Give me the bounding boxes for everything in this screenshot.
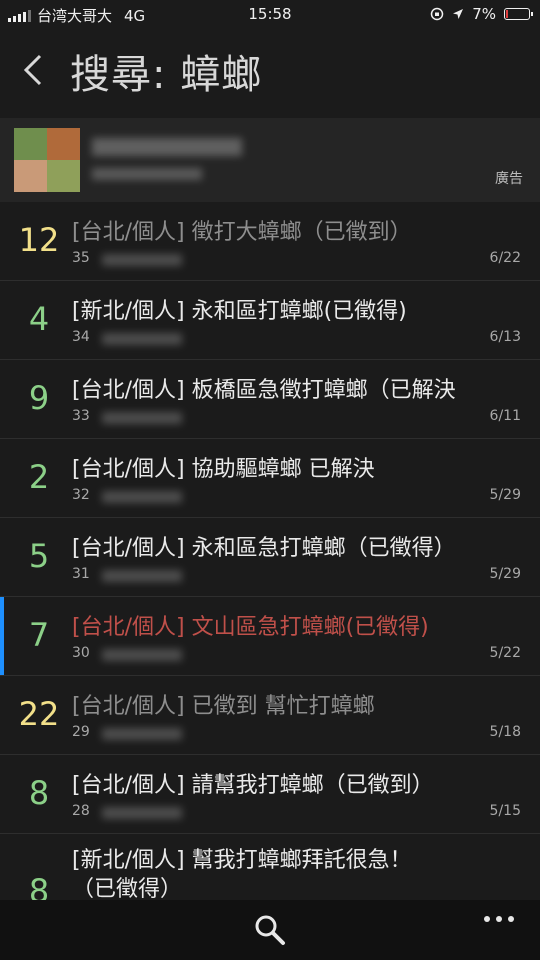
post-number: 2 <box>28 458 50 496</box>
post-number: 4 <box>28 300 50 338</box>
post-title: [台北/個人] 協助驅蟑螂 已解決 <box>72 457 375 482</box>
post-number: 12 <box>18 221 60 259</box>
list-item-selected[interactable]: 7 [台北/個人] 文山區急打蟑螂(已徵得) 30 5/22 <box>0 597 540 676</box>
chevron-left-icon[interactable] <box>18 50 52 90</box>
post-meta: 33 <box>72 408 90 424</box>
ad-label: 廣告 <box>495 171 523 187</box>
orientation-lock-icon <box>430 7 444 21</box>
post-title: [新北/個人] 永和區打蟑螂(已徵得) <box>72 299 407 324</box>
post-title: [台北/個人] 徵打大蟑螂（已徵到） <box>72 220 412 245</box>
post-date: 5/29 <box>489 487 521 503</box>
search-icon[interactable] <box>252 912 288 948</box>
post-number: 8 <box>28 774 50 812</box>
post-title: [台北/個人] 板橋區急徵打蟑螂（已解決 <box>72 378 456 403</box>
post-meta: 28 <box>72 803 90 819</box>
post-title: [台北/個人] 已徵到 幫忙打蟑螂 <box>72 694 375 719</box>
post-title: [台北/個人] 文山區急打蟑螂(已徵得) <box>72 615 429 640</box>
ad-banner[interactable]: 廣告 <box>0 118 540 202</box>
author-redacted <box>102 570 182 582</box>
list-item[interactable]: 4 [新北/個人] 永和區打蟑螂(已徵得) 34 6/13 <box>0 281 540 360</box>
location-icon <box>453 9 464 19</box>
list-item[interactable]: 22 [台北/個人] 已徵到 幫忙打蟑螂 29 5/18 <box>0 676 540 755</box>
post-date: 5/29 <box>489 566 521 582</box>
list-item[interactable]: 5 [台北/個人] 永和區急打蟑螂（已徵得） 31 5/29 <box>0 518 540 597</box>
post-title: [新北/個人] 幫我打蟑螂拜託很急！ （已徵得） <box>72 846 412 904</box>
page-title: 搜尋: 蟑螂 <box>70 52 263 98</box>
post-date: 5/22 <box>489 645 521 661</box>
post-meta: 32 <box>72 487 90 503</box>
post-meta: 35 <box>72 250 90 266</box>
author-redacted <box>102 491 182 503</box>
status-bar: 台湾大哥大 4G 15:58 7% <box>0 0 540 28</box>
post-number: 5 <box>28 537 50 575</box>
header: 搜尋: 蟑螂 <box>0 28 540 118</box>
post-meta: 34 <box>72 329 90 345</box>
list-item[interactable]: 2 [台北/個人] 協助驅蟑螂 已解決 32 5/29 <box>0 439 540 518</box>
post-number: 9 <box>28 379 50 417</box>
bottom-toolbar <box>0 900 540 960</box>
post-date: 5/18 <box>489 724 521 740</box>
ad-title-redacted <box>92 138 242 156</box>
more-dots-icon[interactable] <box>482 912 516 926</box>
battery-icon <box>504 8 533 20</box>
battery-percent: 7% <box>472 5 496 23</box>
post-date: 6/11 <box>489 408 521 424</box>
author-redacted <box>102 649 182 661</box>
post-title: [台北/個人] 永和區急打蟑螂（已徵得） <box>72 536 456 561</box>
list-item[interactable]: 9 [台北/個人] 板橋區急徵打蟑螂（已解決 33 6/11 <box>0 360 540 439</box>
post-date: 6/22 <box>489 250 521 266</box>
list-item[interactable]: 8 [台北/個人] 請幫我打蟑螂（已徵到） 28 5/15 <box>0 755 540 834</box>
ad-thumbnail <box>14 128 80 192</box>
post-meta: 29 <box>72 724 90 740</box>
list-item[interactable]: 12 [台北/個人] 徵打大蟑螂（已徵到） 35 6/22 <box>0 202 540 281</box>
author-redacted <box>102 254 182 266</box>
post-date: 5/15 <box>489 803 521 819</box>
status-right: 7% <box>430 5 533 23</box>
post-meta: 31 <box>72 566 90 582</box>
author-redacted <box>102 728 182 740</box>
post-list: 12 [台北/個人] 徵打大蟑螂（已徵到） 35 6/22 4 [新北/個人] … <box>0 202 540 954</box>
ad-subtitle-redacted <box>92 168 202 180</box>
author-redacted <box>102 807 182 819</box>
post-number: 22 <box>18 695 60 733</box>
author-redacted <box>102 412 182 424</box>
author-redacted <box>102 333 182 345</box>
post-number: 7 <box>28 616 50 654</box>
post-title: [台北/個人] 請幫我打蟑螂（已徵到） <box>72 773 434 798</box>
post-date: 6/13 <box>489 329 521 345</box>
post-meta: 30 <box>72 645 90 661</box>
post-title-line1: [新北/個人] 幫我打蟑螂拜託很急！ <box>72 848 412 873</box>
